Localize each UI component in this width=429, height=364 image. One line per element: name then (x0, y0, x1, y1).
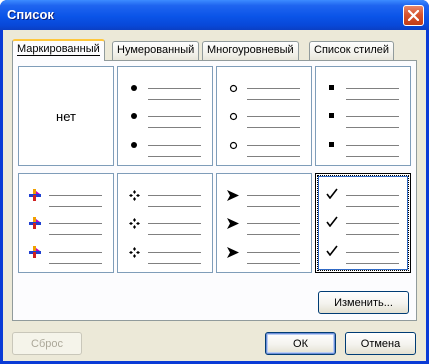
bullet-style-none[interactable]: нет (18, 66, 114, 166)
bullet-gallery-panel: нет Изменить... (12, 60, 417, 321)
tab-outline-label: Многоуровневый (207, 44, 294, 56)
customize-button[interactable]: Изменить... (318, 291, 409, 314)
checkmark-icon (326, 245, 338, 256)
filled-circle-icon (131, 113, 137, 119)
bullet-style-colored-arrow[interactable] (18, 173, 114, 273)
title-bar[interactable]: Список (0, 0, 429, 30)
tab-numbered[interactable]: Нумерованный (112, 41, 200, 60)
reset-button[interactable]: Сброс (12, 332, 82, 355)
bullet-style-filled-circle[interactable] (117, 66, 213, 166)
none-label: нет (56, 108, 76, 124)
dialog-client: Маркированный Нумерованный Многоуровневы… (3, 30, 426, 361)
dialog-window: Список Маркированный Нумерованный Многоу… (0, 0, 429, 364)
hollow-circle-icon (229, 141, 237, 149)
four-diamond-icon (128, 217, 140, 229)
colored-arrow-icon (29, 189, 41, 201)
tab-list-styles-label: Список стилей (314, 44, 390, 56)
bullet-style-checkmark[interactable] (315, 173, 411, 273)
cancel-button[interactable]: Отмена (345, 332, 416, 355)
filled-square-icon (329, 85, 334, 90)
arrowhead-icon (227, 217, 239, 229)
tab-bulleted[interactable]: Маркированный (12, 39, 105, 61)
four-diamond-icon (128, 189, 140, 201)
arrowhead-icon (227, 189, 239, 201)
filled-square-icon (329, 113, 334, 118)
tab-numbered-label: Нумерованный (117, 44, 195, 56)
ok-button[interactable]: ОК (265, 332, 336, 355)
tab-list-styles[interactable]: Список стилей (309, 41, 395, 60)
checkmark-icon (326, 188, 338, 199)
colored-arrow-icon (29, 246, 41, 258)
arrowhead-icon (227, 246, 239, 258)
filled-square-icon (329, 142, 334, 147)
filled-circle-icon (131, 142, 137, 148)
ok-button-label: ОК (293, 337, 308, 350)
colored-arrow-icon (29, 217, 41, 229)
filled-circle-icon (131, 85, 137, 91)
bullet-style-hollow-circle[interactable] (216, 66, 312, 166)
hollow-circle-icon (229, 84, 237, 92)
customize-button-label: Изменить... (334, 296, 393, 309)
bullet-style-four-diamond[interactable] (117, 173, 213, 273)
checkmark-icon (326, 216, 338, 227)
tab-bulleted-label: Маркированный (17, 43, 100, 56)
bullet-style-arrowhead[interactable] (216, 173, 312, 273)
close-button[interactable] (403, 5, 424, 26)
tab-outline-numbered[interactable]: Многоуровневый (202, 41, 299, 60)
close-icon (408, 10, 419, 21)
window-title: Список (7, 7, 54, 22)
cancel-button-label: Отмена (360, 337, 401, 350)
bullet-style-filled-square[interactable] (315, 66, 411, 166)
hollow-circle-icon (229, 112, 237, 120)
four-diamond-icon (128, 246, 140, 258)
reset-button-label: Сброс (31, 337, 63, 350)
